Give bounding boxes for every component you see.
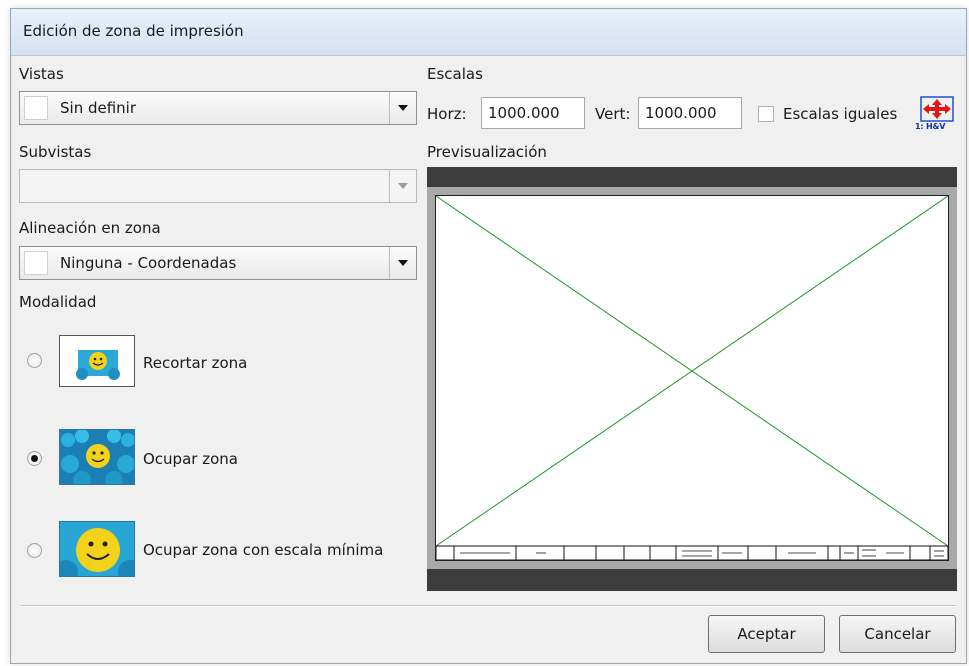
alineacion-value: Ninguna - Coordenadas	[60, 254, 237, 272]
vistas-swatch	[24, 96, 48, 120]
recortar-zona-label: Recortar zona	[143, 354, 248, 372]
vert-label: Vert:	[595, 105, 631, 123]
print-zone-dialog: Edición de zona de impresión Vistas Sin …	[10, 8, 967, 664]
vistas-value: Sin definir	[60, 99, 137, 117]
subvistas-dropdown-arrow-icon[interactable]	[389, 170, 416, 202]
alineacion-label: Alineación en zona	[19, 219, 161, 237]
radio-ocupar-zona[interactable]	[27, 451, 42, 466]
subvistas-dropdown[interactable]	[19, 169, 417, 203]
ocupar-zona-escala-minima-thumbnail	[59, 521, 135, 577]
vistas-dropdown[interactable]: Sin definir	[19, 91, 417, 125]
alineacion-swatch	[24, 251, 48, 275]
preview-label: Previsualización	[427, 143, 547, 161]
ocupar-zona-label: Ocupar zona	[143, 450, 238, 468]
radio-recortar-zona[interactable]	[27, 353, 42, 368]
accept-button[interactable]: Aceptar	[708, 615, 825, 653]
alineacion-dropdown[interactable]: Ninguna - Coordenadas	[19, 246, 417, 280]
preview-sheet	[435, 195, 949, 561]
escalas-iguales-label[interactable]: Escalas iguales	[783, 105, 897, 123]
escalas-iguales-checkbox[interactable]	[758, 106, 774, 122]
preview-panel	[427, 167, 957, 591]
ocupar-zona-thumbnail	[59, 429, 135, 485]
vistas-label: Vistas	[19, 65, 64, 83]
vert-scale-input[interactable]: 1000.000	[638, 97, 742, 129]
preview-drawing	[436, 196, 948, 560]
subvistas-label: Subvistas	[19, 143, 92, 161]
ocupar-zona-escala-minima-label: Ocupar zona con escala mínima	[143, 541, 384, 559]
scale-hv-caption: 1: H&V	[915, 122, 946, 131]
recortar-zona-thumbnail	[59, 335, 135, 387]
horz-label: Horz:	[427, 105, 467, 123]
vistas-dropdown-arrow-icon[interactable]	[389, 92, 416, 124]
cancel-button[interactable]: Cancelar	[839, 615, 956, 653]
title-bar: Edición de zona de impresión	[11, 9, 966, 56]
preview-page-area	[427, 187, 957, 569]
footer-separator	[21, 605, 956, 607]
window-title: Edición de zona de impresión	[23, 22, 244, 40]
escalas-label: Escalas	[427, 65, 483, 83]
alineacion-dropdown-arrow-icon[interactable]	[389, 247, 416, 279]
modalidad-label: Modalidad	[19, 293, 97, 311]
horz-scale-input[interactable]: 1000.000	[481, 97, 585, 129]
radio-ocupar-zona-escala-minima[interactable]	[27, 543, 42, 558]
